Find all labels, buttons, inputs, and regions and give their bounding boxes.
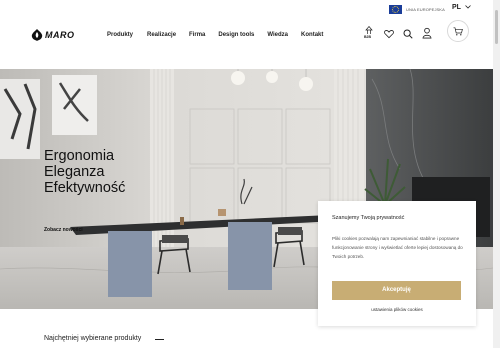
user-icon[interactable]: [422, 27, 432, 39]
heading-dash: [155, 339, 164, 340]
accept-cookies-button[interactable]: Akceptuję: [332, 281, 461, 300]
cookie-settings-link[interactable]: ustawienia plików cookies: [318, 307, 476, 312]
logo-text: MARO: [45, 30, 75, 40]
b2b-button[interactable]: B2B: [364, 26, 374, 39]
nav-design-tools[interactable]: Design tools: [218, 32, 254, 38]
hero-title: Ergonomia Eleganza Efektywność: [44, 148, 125, 196]
logo[interactable]: MARO: [30, 28, 75, 42]
nav-kontakt[interactable]: Kontakt: [301, 32, 323, 38]
hero-line-1: Ergonomia: [44, 148, 115, 164]
nav-realizacje[interactable]: Realizacje: [147, 32, 176, 38]
cookie-dialog: Szanujemy Twoją prywatność Pliki cookies…: [318, 201, 476, 326]
language-selector[interactable]: PL: [452, 4, 471, 11]
hero-line-3: Efektywność: [44, 180, 126, 196]
scrollbar-thumb[interactable]: [495, 10, 498, 44]
see-new-link[interactable]: Zobacz nowości: [44, 227, 83, 233]
chevron-down-icon: [464, 5, 471, 9]
nav-wiedza[interactable]: Wiedza: [267, 32, 288, 38]
b2b-label: B2B: [364, 35, 372, 39]
cart-button[interactable]: [447, 20, 469, 42]
nav-firma[interactable]: Firma: [189, 32, 205, 38]
eu-badge: UNIA EUROPEJSKA: [389, 5, 445, 14]
nav-produkty[interactable]: Produkty: [107, 32, 133, 38]
logo-mark-icon: [31, 29, 43, 41]
b2b-icon: [365, 26, 373, 34]
main-nav: Produkty Realizacje Firma Design tools W…: [107, 32, 323, 38]
cookie-text: Pliki cookies pozwalają nam zapewnianiać…: [332, 236, 463, 259]
eu-flag-icon: [389, 5, 402, 14]
site-header: UNIA EUROPEJSKA PL MARO Produkty Realiza…: [0, 0, 500, 69]
popular-heading: Najchętniej wybierane produkty: [44, 335, 142, 342]
hero-line-2: Eleganza: [44, 164, 105, 180]
heart-icon[interactable]: [384, 28, 394, 40]
cart-icon: [453, 27, 463, 36]
search-icon[interactable]: [403, 28, 413, 40]
scrollbar-track[interactable]: [493, 0, 500, 348]
cookie-title: Szanujemy Twoją prywatność: [332, 215, 405, 221]
language-label: PL: [452, 4, 461, 11]
eu-label: UNIA EUROPEJSKA: [406, 7, 445, 12]
